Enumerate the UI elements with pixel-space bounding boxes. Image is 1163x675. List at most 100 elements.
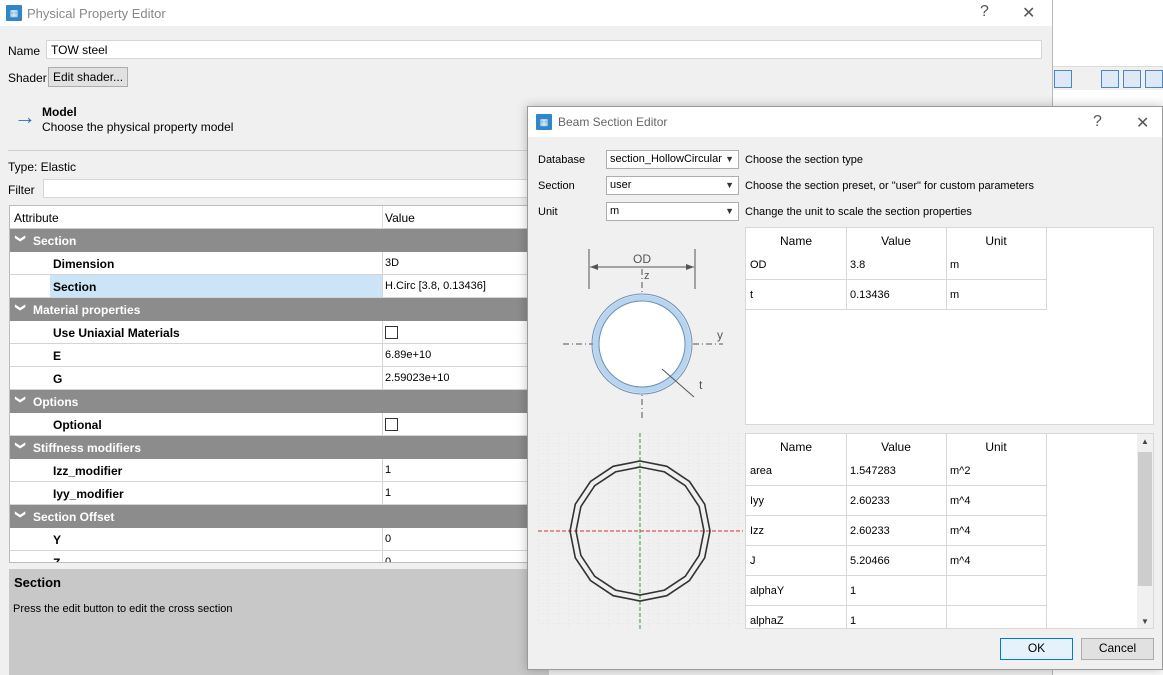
edit-shader-button[interactable]: Edit shader...	[48, 67, 129, 87]
table-row[interactable]: OD 3.8 m	[746, 250, 1046, 280]
section-preview-canvas	[538, 433, 743, 629]
column-divider[interactable]	[382, 206, 383, 229]
grid-item-row[interactable]: Optional	[10, 413, 548, 436]
zoom-window-icon[interactable]	[1123, 70, 1141, 88]
param-value[interactable]: 0.13436	[850, 289, 890, 301]
attribute-column-header[interactable]: Attribute	[14, 211, 59, 225]
attribute-label: Z	[53, 556, 61, 563]
grid-item-row[interactable]: Iyy_modifier 1	[10, 482, 548, 505]
type-label: Type: Elastic	[8, 160, 77, 174]
chevron-down-icon[interactable]: ❯	[15, 234, 26, 242]
props-header-value: Value	[881, 440, 911, 454]
ok-button[interactable]: OK	[1000, 638, 1073, 660]
unit-hint: Change the unit to scale the section pro…	[745, 206, 972, 218]
prop-unit: m^4	[950, 525, 971, 537]
column-divider	[382, 252, 383, 275]
grid-item-row[interactable]: Z0	[10, 551, 548, 563]
name-input[interactable]: TOW steel	[46, 40, 1042, 59]
column-divider	[382, 344, 383, 367]
grid-item-row[interactable]: Dimension 3D	[10, 252, 548, 275]
view-tool-icon[interactable]	[1054, 70, 1072, 88]
checkbox[interactable]	[385, 418, 398, 431]
category-label: Section Offset	[33, 510, 115, 524]
scrollbar-thumb[interactable]	[1138, 452, 1152, 586]
table-row[interactable]: alphaY 1	[746, 576, 1046, 606]
attribute-value[interactable]: 1	[385, 487, 391, 499]
dialog-close-button[interactable]: ✕	[1136, 113, 1149, 133]
attribute-value[interactable]: 0	[385, 556, 391, 562]
properties-scrollbar[interactable]: ▲ ▼	[1137, 434, 1153, 628]
attribute-value[interactable]: 2.59023e+10	[385, 372, 450, 384]
category-label: Stiffness modifiers	[33, 441, 142, 455]
chevron-down-icon[interactable]: ❯	[15, 441, 26, 449]
grid-item-row[interactable]: G 2.59023e+10	[10, 367, 548, 390]
prop-name: alphaZ	[750, 615, 784, 627]
param-value[interactable]: 3.8	[850, 259, 865, 271]
grid-category-row[interactable]: ❯ Material properties	[10, 298, 548, 321]
selected-cell	[50, 275, 382, 297]
scroll-down-icon[interactable]: ▼	[1141, 617, 1149, 626]
model-subtitle: Choose the physical property model	[42, 120, 234, 134]
database-combo[interactable]: section_HollowCircular ▼	[606, 150, 739, 169]
param-unit: m	[950, 259, 960, 271]
table-row[interactable]: area 1.547283 m^2	[746, 456, 1046, 486]
attribute-label: Y	[53, 533, 62, 547]
arrow-right-icon: →	[14, 104, 36, 129]
table-row[interactable]: J 5.20466 m^4	[746, 546, 1046, 576]
section-combo[interactable]: user ▼	[606, 176, 739, 195]
attribute-value[interactable]: 3D	[385, 257, 399, 269]
column-divider	[382, 482, 383, 505]
column-divider	[382, 551, 383, 562]
axis-tool-icon[interactable]	[1074, 70, 1092, 88]
od-arrow-right	[686, 264, 694, 270]
column-divider	[382, 459, 383, 482]
chevron-down-icon[interactable]: ❯	[15, 395, 26, 403]
prop-value: 1	[850, 615, 857, 627]
attribute-value[interactable]: 1	[385, 464, 391, 476]
zoom-select-icon[interactable]	[1145, 70, 1163, 88]
unit-combo[interactable]: m ▼	[606, 202, 739, 221]
close-button[interactable]: ✕	[1022, 3, 1035, 23]
grid-category-row[interactable]: ❯ Section	[10, 229, 548, 252]
od-label: OD	[633, 252, 651, 266]
chevron-down-icon[interactable]: ❯	[15, 303, 26, 311]
property-grid: Attribute Value ❯ Section Dimension 3D Secti…	[9, 205, 549, 563]
dialog-title: Beam Section Editor	[558, 115, 668, 129]
dialog-help-button[interactable]: ?	[1093, 113, 1102, 131]
description-title: Section	[14, 575, 61, 590]
description-panel: Section Press the edit button to edit th…	[9, 569, 549, 675]
attribute-value[interactable]: H.Circ [3.8, 0.13436]	[385, 280, 486, 292]
grid-item-row[interactable]: Section H.Circ [3.8, 0.13436]	[10, 275, 548, 298]
parameters-table: Name Value Unit OD 3.8 m t 0.13436 m	[745, 227, 1154, 425]
grid-item-row[interactable]: Y0	[10, 528, 548, 551]
attribute-value[interactable]: 0	[385, 533, 391, 545]
dialog-title-bar: ▦ Beam Section Editor ? ✕	[528, 107, 1162, 137]
prop-unit: m^2	[950, 465, 971, 477]
database-label: Database	[538, 154, 586, 166]
chevron-down-icon: ▼	[725, 180, 734, 190]
grid-category-row[interactable]: ❯ Stiffness modifiers	[10, 436, 548, 459]
table-row[interactable]: t 0.13436 m	[746, 280, 1046, 310]
grid-item-row[interactable]: Use Uniaxial Materials	[10, 321, 548, 344]
grid-category-row[interactable]: ❯ Options	[10, 390, 548, 413]
zoom-fit-icon[interactable]	[1101, 70, 1119, 88]
grid-item-row[interactable]: E 6.89e+10	[10, 344, 548, 367]
table-row[interactable]: Izz 2.60233 m^4	[746, 516, 1046, 546]
params-header-name: Name	[779, 234, 812, 248]
chevron-down-icon[interactable]: ❯	[15, 510, 26, 518]
params-header-unit: Unit	[985, 234, 1007, 248]
grid-category-row[interactable]: ❯ Section Offset	[10, 505, 548, 528]
prop-name: Izz	[750, 525, 765, 537]
database-value: section_HollowCircular	[610, 153, 722, 165]
checkbox[interactable]	[385, 326, 398, 339]
background-toolbar	[1053, 66, 1163, 90]
help-button[interactable]: ?	[980, 3, 989, 21]
value-column-header[interactable]: Value	[385, 211, 415, 225]
attribute-value[interactable]: 6.89e+10	[385, 349, 431, 361]
scroll-up-icon[interactable]: ▲	[1141, 437, 1149, 446]
grid-item-row[interactable]: Izz_modifier 1	[10, 459, 548, 482]
table-row[interactable]: alphaZ 1	[746, 606, 1046, 628]
table-row[interactable]: Iyy 2.60233 m^4	[746, 486, 1046, 516]
cancel-button[interactable]: Cancel	[1081, 638, 1154, 660]
prop-value: 2.60233	[850, 525, 890, 537]
